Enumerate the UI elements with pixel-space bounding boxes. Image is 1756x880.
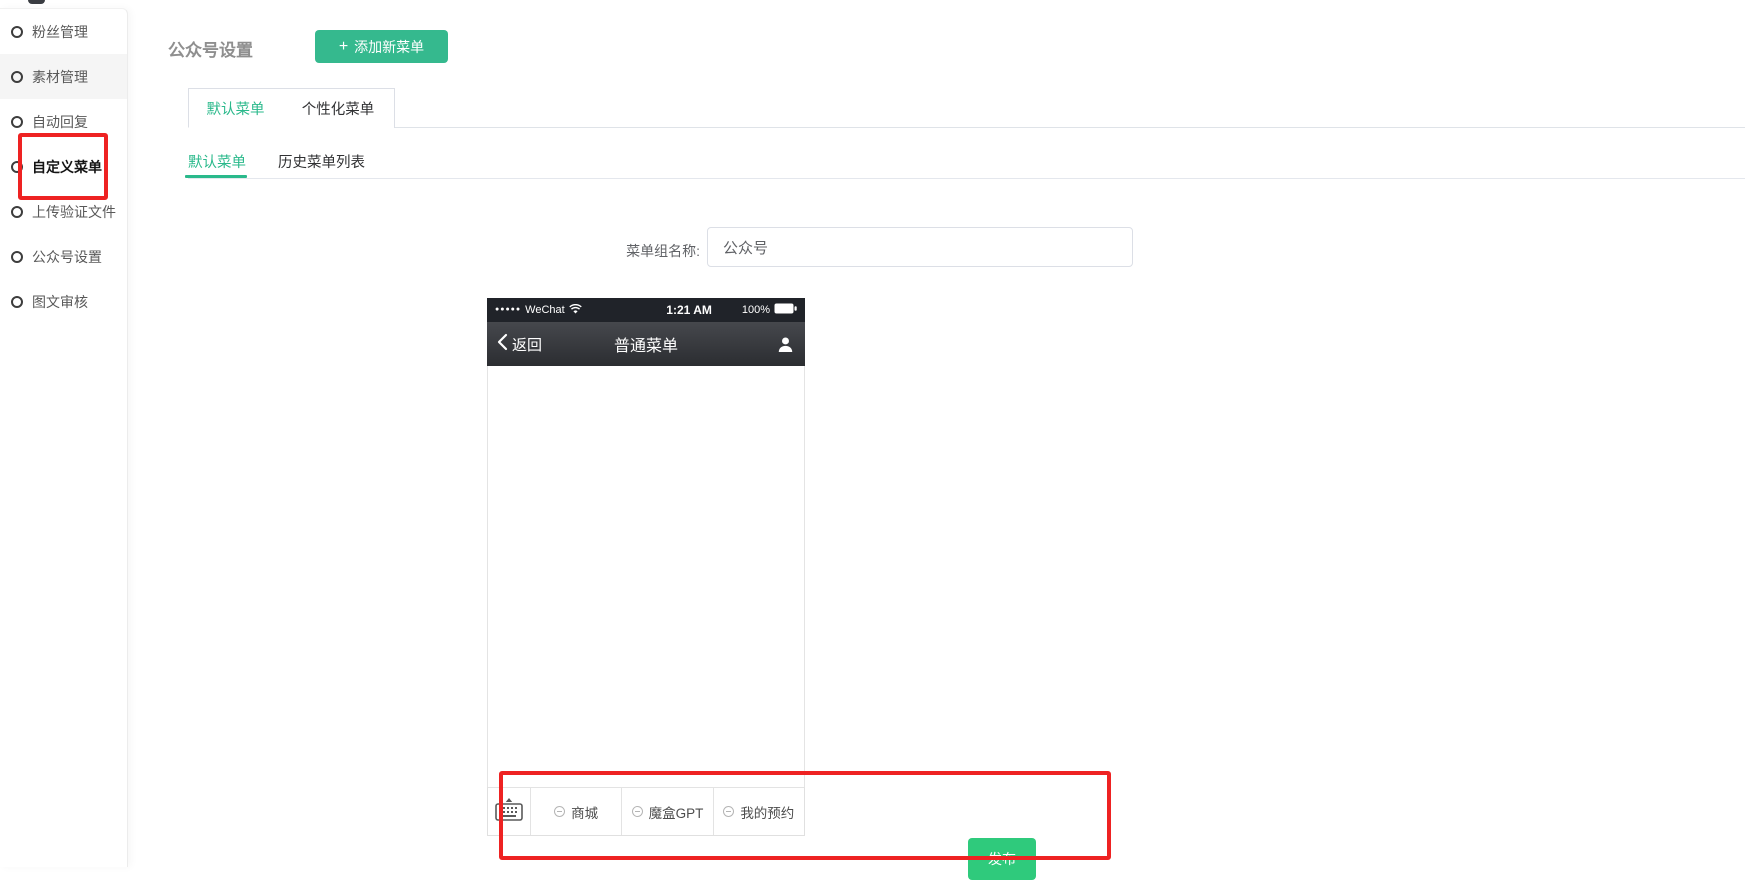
publish-button[interactable]: 发布 <box>968 838 1036 880</box>
sidebar-item-label: 公众号设置 <box>32 247 102 267</box>
menu-group-name-label: 菜单组名称: <box>540 241 700 261</box>
tabs-bottom-border <box>188 127 1745 128</box>
sidebar-item-account-settings[interactable]: 公众号设置 <box>0 234 127 279</box>
phone-menu-item-label: 商城 <box>571 802 598 822</box>
keyboard-icon <box>495 798 523 826</box>
phone-menu-item-my-reservation[interactable]: 我的预约 <box>714 788 804 835</box>
sidebar-item-upload-verify-file[interactable]: 上传验证文件 <box>0 189 127 234</box>
tab-personalized-menu[interactable]: 个性化菜单 <box>282 88 395 128</box>
subtabs-bottom-border <box>188 178 1745 179</box>
phone-menu-item-label: 我的预约 <box>740 802 794 822</box>
phone-back-button: 返回 <box>497 333 542 355</box>
circle-icon <box>11 71 23 83</box>
circled-minus-icon <box>723 806 734 817</box>
sidebar-item-fans[interactable]: 粉丝管理 <box>0 9 127 54</box>
menu-group-name-input[interactable] <box>707 227 1133 267</box>
circle-icon <box>11 296 23 308</box>
battery-icon <box>774 303 797 317</box>
carrier-label: WeChat <box>525 304 565 316</box>
keyboard-toggle-cell[interactable] <box>488 788 531 835</box>
phone-status-bar: ●●●●● WeChat 1:21 AM 100% <box>487 298 805 322</box>
add-new-menu-button[interactable]: + 添加新菜单 <box>315 30 448 63</box>
phone-screen-body <box>487 366 805 787</box>
subtab-history-menu-list[interactable]: 历史菜单列表 <box>278 151 365 172</box>
circle-icon <box>11 161 23 173</box>
plus-icon: + <box>339 39 348 55</box>
circle-icon <box>11 116 23 128</box>
circled-minus-icon <box>632 806 643 817</box>
sidebar-item-label: 自动回复 <box>32 112 88 132</box>
phone-menu-bar: 商城 魔盒GPT 我的预约 <box>487 787 805 836</box>
sidebar-item-label: 自定义菜单 <box>32 157 102 177</box>
circle-icon <box>11 26 23 38</box>
sidebar: 粉丝管理 素材管理 自动回复 自定义菜单 上传验证文件 公众号设置 图文审核 <box>0 8 128 867</box>
sidebar-item-label: 图文审核 <box>32 292 88 312</box>
sidebar-item-label: 上传验证文件 <box>32 202 116 222</box>
phone-preview: ●●●●● WeChat 1:21 AM 100% <box>487 298 805 836</box>
sidebar-item-custom-menu[interactable]: 自定义菜单 <box>0 144 127 189</box>
battery-percent: 100% <box>742 304 770 316</box>
phone-menu-item-label: 魔盒GPT <box>649 802 704 822</box>
sidebar-item-label: 素材管理 <box>32 67 88 87</box>
sidebar-item-article-review[interactable]: 图文审核 <box>0 279 127 324</box>
tab-default-menu[interactable]: 默认菜单 <box>188 88 283 128</box>
status-time: 1:21 AM <box>666 303 712 317</box>
signal-dots-icon: ●●●●● <box>495 306 521 313</box>
phone-menu-item-mohe-gpt[interactable]: 魔盒GPT <box>622 788 713 835</box>
phone-menu-item-shop[interactable]: 商城 <box>531 788 622 835</box>
circle-icon <box>11 206 23 218</box>
sidebar-item-label: 粉丝管理 <box>32 22 88 42</box>
wifi-icon <box>569 304 582 317</box>
back-label: 返回 <box>512 334 542 355</box>
chevron-left-icon <box>497 333 508 355</box>
circled-minus-icon <box>554 806 565 817</box>
window-edge-fragment <box>28 0 45 4</box>
page-title: 公众号设置 <box>168 36 253 61</box>
phone-nav-bar: 返回 普通菜单 <box>487 322 805 366</box>
sidebar-item-material[interactable]: 素材管理 <box>0 54 127 99</box>
person-icon <box>776 335 795 354</box>
subtab-default-menu[interactable]: 默认菜单 <box>188 151 246 172</box>
add-new-menu-label: 添加新菜单 <box>354 37 424 57</box>
circle-icon <box>11 251 23 263</box>
sidebar-item-auto-reply[interactable]: 自动回复 <box>0 99 127 144</box>
